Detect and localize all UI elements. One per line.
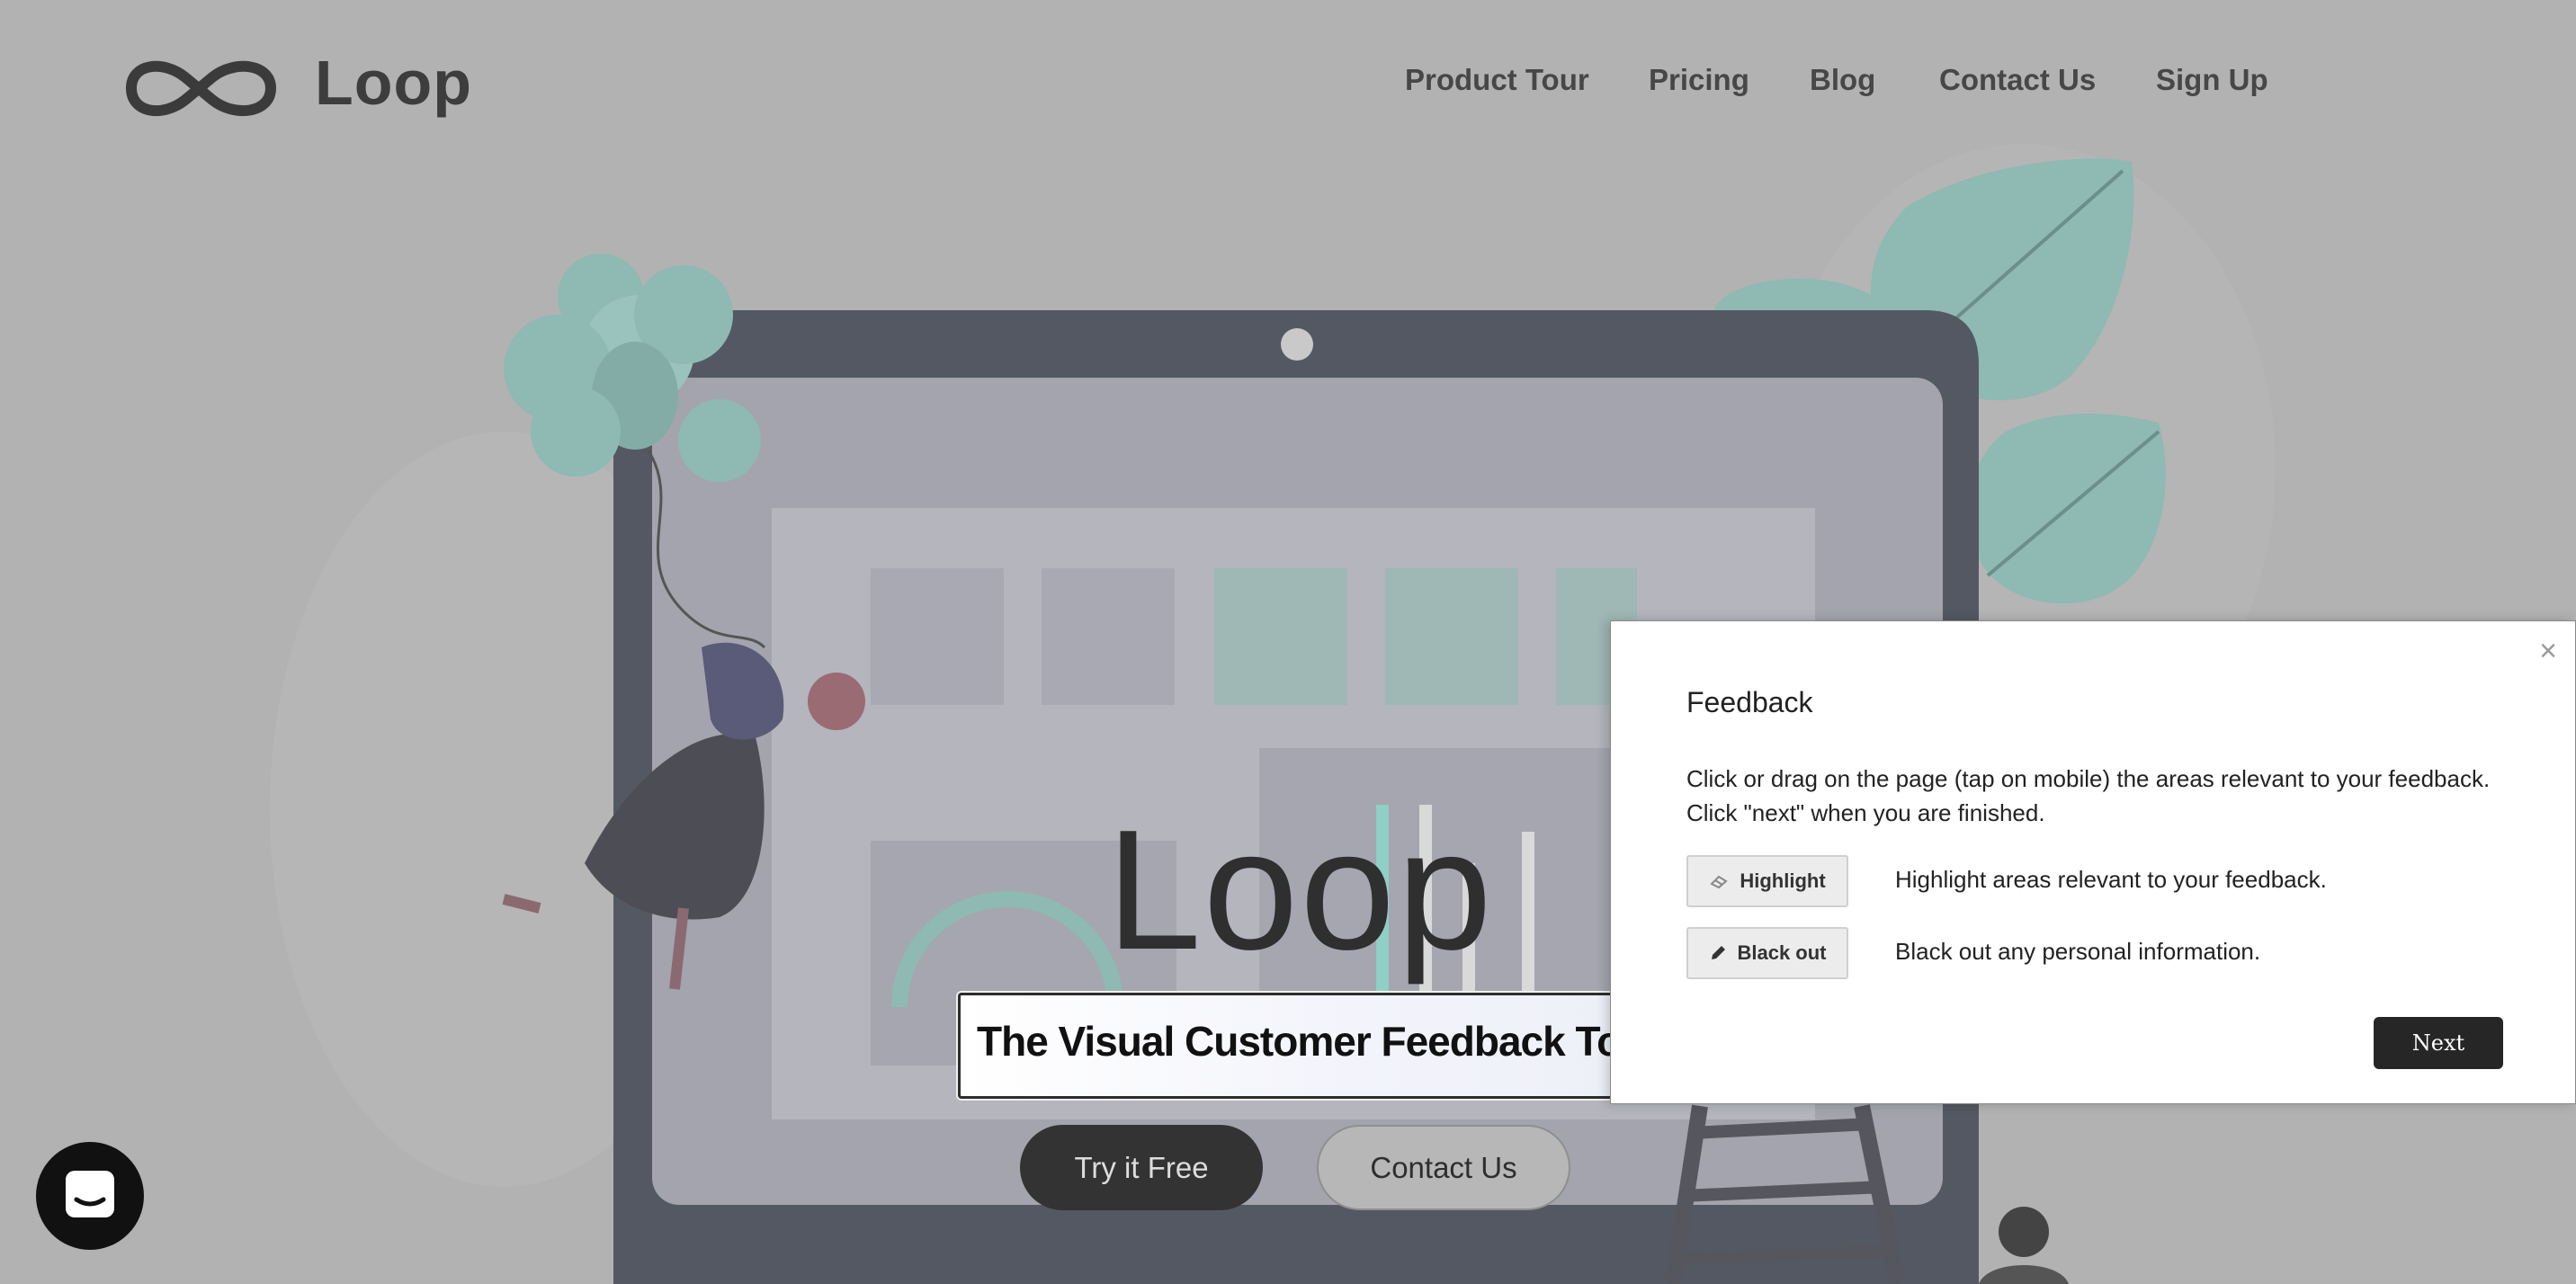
chat-icon <box>66 1171 114 1217</box>
close-icon[interactable]: × <box>2539 634 2557 669</box>
black-out-label: Black out <box>1737 941 1827 964</box>
nav-blog[interactable]: Blog <box>1810 63 1875 97</box>
highlight-label: Highlight <box>1740 869 1826 892</box>
feedback-panel: × Feedback Click or drag on the page (ta… <box>1610 620 2576 1104</box>
black-out-description: Black out any personal information. <box>1895 938 2261 965</box>
pencil-icon <box>1712 946 1726 959</box>
feedback-title: Feedback <box>1686 686 1813 718</box>
main-nav: Product Tour Pricing Blog Contact Us Sig… <box>0 63 2576 103</box>
nav-sign-up[interactable]: Sign Up <box>2156 63 2268 97</box>
feedback-description-line-1: Click or drag on the page (tap on mobile… <box>1686 765 2491 792</box>
next-button[interactable]: Next <box>2374 1017 2503 1069</box>
feedback-description: Click or drag on the page (tap on mobile… <box>1686 762 2550 830</box>
highlight-description: Highlight areas relevant to your feedbac… <box>1895 866 2327 893</box>
hero-subtitle: The Visual Customer Feedback Tool <box>977 1018 1657 1065</box>
hero-subtitle-highlight[interactable]: The Visual Customer Feedback Tool <box>958 993 1657 1099</box>
try-it-free-button[interactable]: Try it Free <box>1020 1125 1263 1210</box>
black-out-button[interactable]: Black out <box>1686 927 1848 979</box>
nav-pricing[interactable]: Pricing <box>1649 63 1749 97</box>
eraser-icon <box>1710 875 1729 889</box>
hero-title: Loop <box>1106 795 1494 985</box>
contact-us-button[interactable]: Contact Us <box>1317 1125 1570 1210</box>
nav-product-tour[interactable]: Product Tour <box>1405 63 1589 97</box>
chat-widget-button[interactable] <box>36 1142 144 1250</box>
nav-contact-us[interactable]: Contact Us <box>1939 63 2096 97</box>
highlight-button[interactable]: Highlight <box>1686 855 1848 907</box>
feedback-description-line-2: Click "next" when you are finished. <box>1686 799 2045 826</box>
